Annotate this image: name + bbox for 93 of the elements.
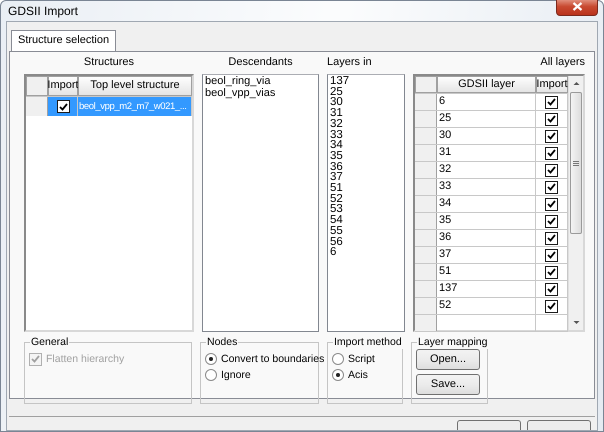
checkbox[interactable] xyxy=(545,300,558,312)
checkbox[interactable] xyxy=(545,214,558,228)
close-button[interactable] xyxy=(556,0,598,16)
table-cell: 32 xyxy=(437,162,536,178)
checkbox[interactable] xyxy=(545,282,558,296)
checkbox[interactable] xyxy=(545,146,558,160)
scrollbar-thumb[interactable] xyxy=(570,92,582,234)
list-item[interactable]: 53 xyxy=(330,204,402,216)
list-item[interactable]: beol_vpp_vias xyxy=(205,88,316,100)
checkbox[interactable] xyxy=(545,96,558,108)
table-cell: 34 xyxy=(437,196,536,212)
dialog-button[interactable] xyxy=(527,420,591,430)
list-item[interactable]: 33 xyxy=(330,130,402,140)
row-header[interactable] xyxy=(415,94,437,110)
checkbox[interactable] xyxy=(545,180,558,194)
row-header[interactable] xyxy=(415,196,437,212)
table-cell: 51 xyxy=(437,264,536,280)
list-item[interactable]: 35 xyxy=(330,150,402,162)
list-item[interactable]: 6 xyxy=(330,247,402,258)
row-header[interactable] xyxy=(415,298,437,314)
radio-button[interactable] xyxy=(205,369,217,381)
checkbox[interactable] xyxy=(545,266,558,278)
list-item[interactable]: 36 xyxy=(330,162,402,172)
list-item[interactable]: 55 xyxy=(330,226,402,237)
row-header[interactable] xyxy=(415,145,437,161)
row-header[interactable] xyxy=(415,128,437,144)
table-cell: 6 xyxy=(437,94,536,110)
radio-button[interactable] xyxy=(332,353,344,365)
column-header[interactable]: GDSII layer xyxy=(437,76,536,93)
checkbox[interactable] xyxy=(545,130,558,142)
table-cell: 25 xyxy=(437,111,536,127)
column-header[interactable]: Top level structure xyxy=(78,76,192,96)
row-header[interactable] xyxy=(415,179,437,195)
list-item[interactable]: 31 xyxy=(330,108,402,119)
radio-label[interactable]: Script xyxy=(348,352,375,366)
checkbox[interactable] xyxy=(545,232,558,244)
checkbox[interactable] xyxy=(545,248,558,262)
column-header[interactable]: Import xyxy=(536,76,568,93)
grip-icon xyxy=(573,160,579,166)
row-header[interactable] xyxy=(415,213,437,229)
group-title: Layer mapping xyxy=(417,336,488,349)
list-item[interactable]: 56 xyxy=(330,236,402,248)
list-item[interactable]: 34 xyxy=(330,140,402,151)
column-heading: Descendants xyxy=(228,56,293,68)
list-item[interactable]: 137 xyxy=(330,76,402,87)
radio-label[interactable]: Acis xyxy=(348,368,368,382)
radio-button[interactable] xyxy=(205,353,217,365)
row-header[interactable] xyxy=(415,264,437,280)
row-header[interactable] xyxy=(415,281,437,297)
list-item[interactable]: 51 xyxy=(330,183,402,194)
table-cell: 35 xyxy=(437,213,536,229)
grid-corner-cell xyxy=(415,76,437,93)
radio-label[interactable]: Convert to boundaries xyxy=(221,352,324,366)
checkbox[interactable] xyxy=(545,198,558,210)
list-item[interactable]: beol_ring_via xyxy=(205,76,316,88)
table-cell: 33 xyxy=(437,179,536,195)
radio-button[interactable] xyxy=(332,369,344,381)
group-title: Import method xyxy=(333,336,403,349)
close-icon xyxy=(572,2,582,12)
radio-label[interactable]: Ignore xyxy=(221,368,251,382)
table-cell: 36 xyxy=(437,230,536,246)
row-header[interactable] xyxy=(415,315,437,331)
checkbox-label: Flatten hierarchy xyxy=(46,352,124,366)
column-heading: Structures xyxy=(84,56,134,68)
table-cell: 37 xyxy=(437,247,536,263)
list-item[interactable]: 30 xyxy=(330,97,402,108)
list-item[interactable]: 32 xyxy=(330,118,402,130)
list-item[interactable]: 54 xyxy=(330,215,402,226)
table-cell: 137 xyxy=(437,281,536,297)
row-header[interactable] xyxy=(415,230,437,246)
column-header[interactable]: Import xyxy=(48,76,78,96)
scrollbar[interactable] xyxy=(568,76,583,330)
list-item[interactable]: 25 xyxy=(330,86,402,98)
tab[interactable]: Structure selection xyxy=(11,30,116,51)
list-item[interactable]: 52 xyxy=(330,194,402,204)
list-item[interactable]: 37 xyxy=(330,172,402,184)
grid-corner-cell xyxy=(26,76,48,96)
dialog-button[interactable]: Open... xyxy=(416,349,480,370)
row-header[interactable] xyxy=(415,111,437,127)
checkbox[interactable] xyxy=(545,112,558,126)
dialog-button[interactable]: Save... xyxy=(416,374,480,395)
dialog-button[interactable] xyxy=(457,420,521,430)
row-header[interactable] xyxy=(415,247,437,263)
column-heading: Layers in xyxy=(327,56,372,68)
window-title: GDSII Import xyxy=(8,4,78,18)
checkbox[interactable] xyxy=(57,100,70,113)
column-heading: All layers xyxy=(540,56,585,68)
table-cell: 30 xyxy=(437,128,536,144)
row-header[interactable] xyxy=(415,162,437,178)
table-cell: 31 xyxy=(437,145,536,161)
table-cell: 52 xyxy=(437,298,536,314)
row-header[interactable] xyxy=(26,97,48,116)
checkbox[interactable] xyxy=(545,164,558,176)
